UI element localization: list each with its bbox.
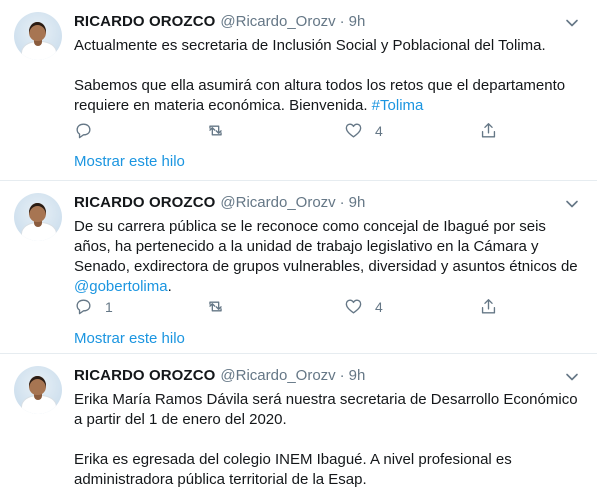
reply-icon xyxy=(76,299,91,315)
share-button[interactable] xyxy=(479,121,498,140)
tweet-time[interactable]: 9h xyxy=(349,194,366,211)
reply-button[interactable] xyxy=(74,121,105,140)
tweet-text: Erika María Ramos Dávila será nuestra se… xyxy=(74,390,586,490)
tweet-paragraph: Erika es egresada del colegio INEM Ibagu… xyxy=(74,450,586,490)
chevron-down-icon[interactable] xyxy=(565,370,579,384)
chevron-down-icon[interactable] xyxy=(565,197,579,211)
tweet-paragraph: Sabemos que ella asumirá con altura todo… xyxy=(74,76,586,116)
tweet-text: Actualmente es secretaria de Inclusión S… xyxy=(74,36,586,116)
retweet-icon xyxy=(209,301,222,312)
mention-link[interactable]: @gobertolima xyxy=(74,278,168,295)
paragraph-text: Actualmente es secretaria de Inclusión S… xyxy=(74,37,546,54)
show-thread-link[interactable]: Mostrar este hilo xyxy=(74,153,185,170)
separator-dot: · xyxy=(339,13,345,30)
like-count: 4 xyxy=(375,122,383,139)
tweet-text: De su carrera pública se le reconoce com… xyxy=(74,217,586,297)
avatar[interactable] xyxy=(14,12,62,60)
share-icon xyxy=(481,299,496,314)
tweet-header: RICARDO OROZCO @Ricardo_Orozv · 9h xyxy=(74,367,365,384)
paragraph-text: Erika es egresada del colegio INEM Ibagu… xyxy=(74,451,512,488)
paragraph-text: De su carrera pública se le reconoce com… xyxy=(74,218,578,275)
tweet[interactable]: RICARDO OROZCO @Ricardo_Orozv · 9h De su… xyxy=(0,181,597,354)
avatar-head xyxy=(29,203,46,222)
separator-dot: · xyxy=(339,194,345,211)
author-handle[interactable]: @Ricardo_Orozv xyxy=(220,367,335,384)
reply-icon xyxy=(76,123,91,139)
show-thread-link[interactable]: Mostrar este hilo xyxy=(74,330,185,347)
retweet-button[interactable] xyxy=(206,297,237,316)
tweet[interactable]: RICARDO OROZCO @Ricardo_Orozv · 9h Actua… xyxy=(0,0,597,181)
tweet-header: RICARDO OROZCO @Ricardo_Orozv · 9h xyxy=(74,13,365,30)
tweet-paragraph: Erika María Ramos Dávila será nuestra se… xyxy=(74,390,586,430)
tweet-feed: RICARDO OROZCO @Ricardo_Orozv · 9h Actua… xyxy=(0,0,597,497)
share-icon xyxy=(481,123,496,138)
author-handle[interactable]: @Ricardo_Orozv xyxy=(220,13,335,30)
like-button[interactable]: 4 xyxy=(344,297,383,316)
avatar-head xyxy=(29,22,46,41)
retweet-icon xyxy=(209,125,222,136)
author-name[interactable]: RICARDO OROZCO xyxy=(74,194,215,211)
like-count: 4 xyxy=(375,298,383,315)
author-name[interactable]: RICARDO OROZCO xyxy=(74,367,215,384)
tweet-header: RICARDO OROZCO @Ricardo_Orozv · 9h xyxy=(74,194,365,211)
heart-icon xyxy=(345,299,362,314)
author-name[interactable]: RICARDO OROZCO xyxy=(74,13,215,30)
chevron-down-icon[interactable] xyxy=(565,16,579,30)
avatar[interactable] xyxy=(14,366,62,414)
share-button[interactable] xyxy=(479,297,498,316)
hashtag-link[interactable]: #Tolima xyxy=(372,97,424,114)
reply-count: 1 xyxy=(105,298,113,315)
paragraph-text: Sabemos que ella asumirá con altura todo… xyxy=(74,77,566,114)
paragraph-end: . xyxy=(167,278,172,295)
tweet-actions: 1 4 xyxy=(74,297,504,317)
tweet-paragraph: Actualmente es secretaria de Inclusión S… xyxy=(74,36,586,56)
tweet-time[interactable]: 9h xyxy=(349,367,366,384)
avatar[interactable] xyxy=(14,193,62,241)
tweet-actions: 4 xyxy=(74,121,504,141)
tweet-time[interactable]: 9h xyxy=(349,13,366,30)
reply-button[interactable]: 1 xyxy=(74,297,113,316)
avatar-head xyxy=(29,376,46,395)
author-handle[interactable]: @Ricardo_Orozv xyxy=(220,194,335,211)
like-button[interactable]: 4 xyxy=(344,121,383,140)
heart-icon xyxy=(345,123,362,138)
separator-dot: · xyxy=(339,367,345,384)
paragraph-text: Erika María Ramos Dávila será nuestra se… xyxy=(74,391,578,428)
retweet-button[interactable] xyxy=(206,121,237,140)
tweet[interactable]: RICARDO OROZCO @Ricardo_Orozv · 9h Erika… xyxy=(0,354,597,497)
tweet-paragraph: De su carrera pública se le reconoce com… xyxy=(74,217,586,297)
